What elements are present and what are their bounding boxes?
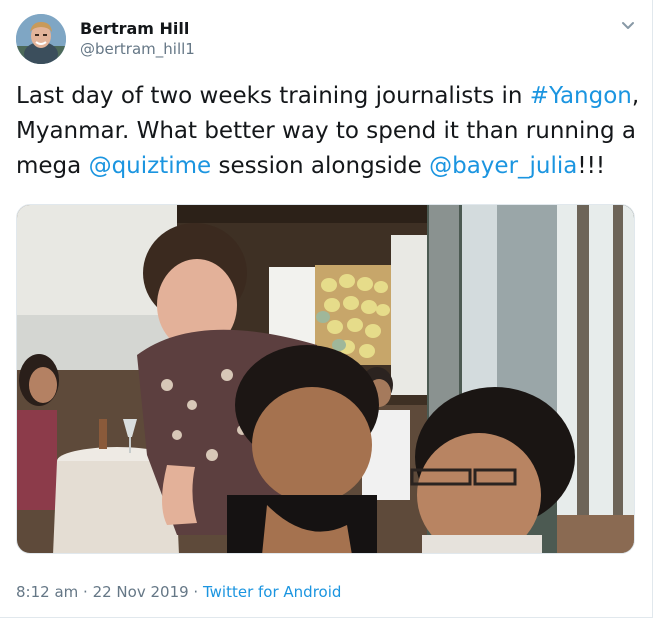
photo-image: [17, 205, 634, 553]
meta-separator: ·: [188, 583, 203, 601]
hashtag-link[interactable]: #Yangon: [530, 83, 632, 109]
tweet-text: Last day of two weeks training journalis…: [16, 79, 641, 184]
tweet-text-part: !!!: [577, 153, 606, 179]
tweet-source-link[interactable]: Twitter for Android: [203, 583, 341, 601]
mention-link-bayer-julia[interactable]: @bayer_julia: [429, 153, 577, 179]
tweet-date[interactable]: 22 Nov 2019: [93, 583, 189, 601]
tweet-card: Bertram Hill @bertram_hill1 Last day of …: [0, 0, 653, 618]
tweet-photo[interactable]: [16, 204, 635, 554]
author-handle[interactable]: @bertram_hill1: [80, 40, 195, 58]
tweet-time[interactable]: 8:12 am: [16, 583, 78, 601]
tweet-meta: 8:12 am · 22 Nov 2019 · Twitter for Andr…: [16, 583, 341, 601]
tweet-text-part: session alongside: [211, 153, 430, 179]
avatar[interactable]: [16, 14, 66, 64]
author-name[interactable]: Bertram Hill: [80, 19, 189, 38]
avatar-image: [16, 14, 66, 64]
meta-separator: ·: [78, 583, 93, 601]
mention-link-quiztime[interactable]: @quiztime: [89, 153, 212, 179]
tweet-text-part: Last day of two weeks training journalis…: [16, 83, 530, 109]
chevron-down-icon[interactable]: [618, 16, 638, 36]
